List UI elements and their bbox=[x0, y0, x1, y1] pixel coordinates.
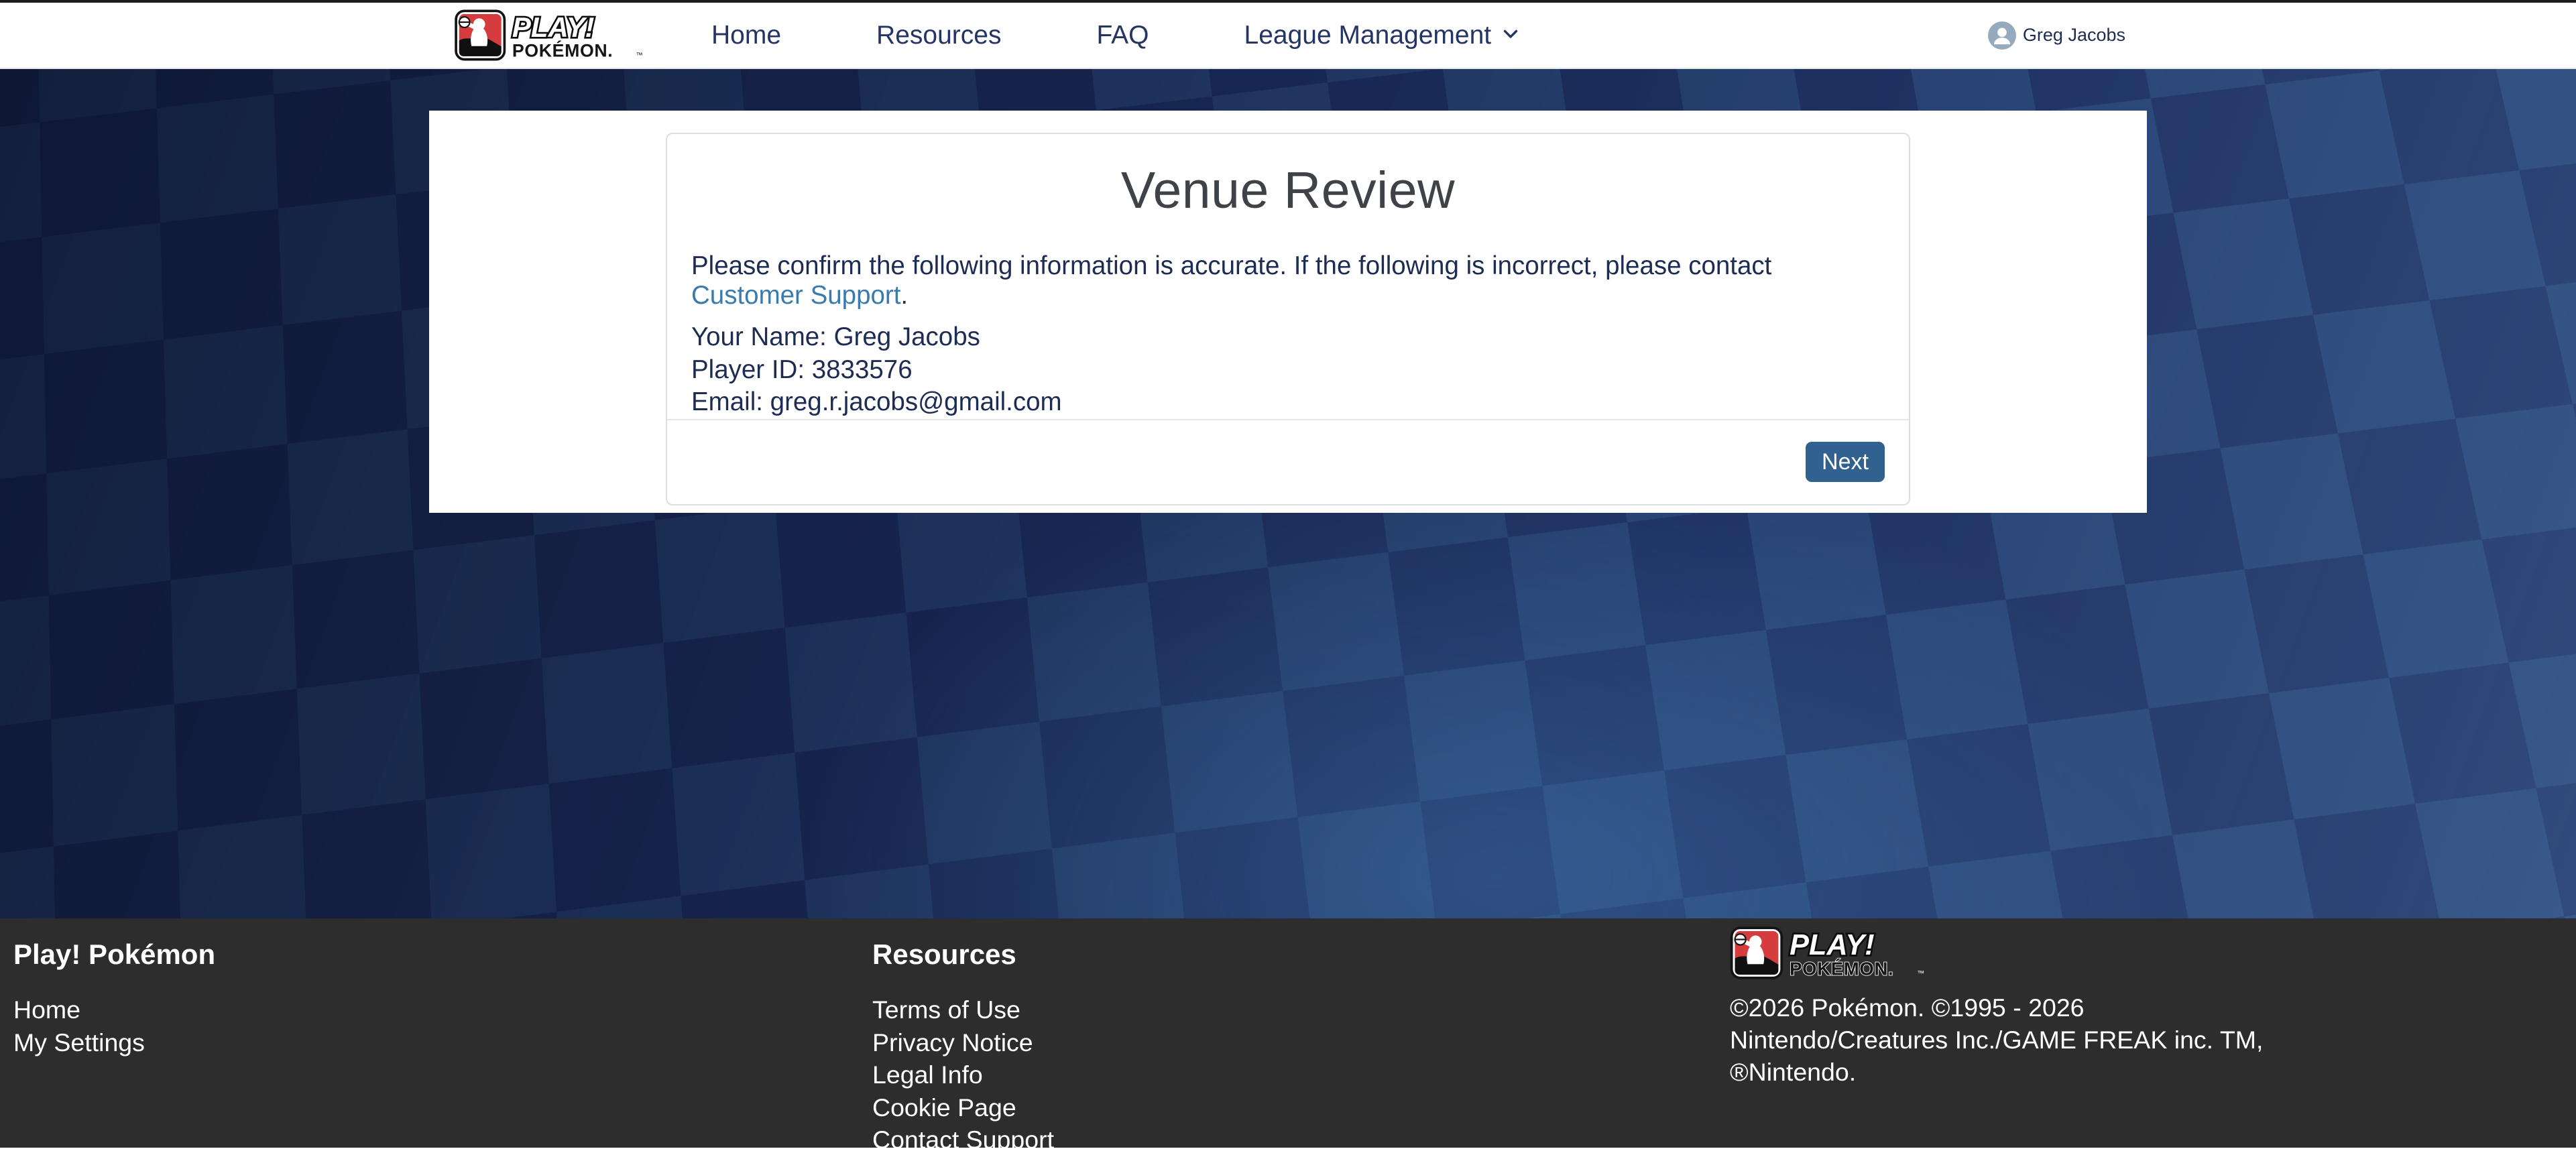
footer-link-my-settings[interactable]: My Settings bbox=[13, 1026, 215, 1059]
play-pokemon-logo[interactable]: PLAY! POKÉMON. ™ bbox=[455, 9, 646, 62]
footer-play-pokemon-logo-icon: PLAY! POKÉMON. ™ bbox=[1730, 926, 1928, 980]
nav-item-home[interactable]: Home bbox=[711, 21, 781, 50]
page-footer: Play! Pokémon Home My Settings Resources… bbox=[0, 918, 2576, 1148]
customer-support-link[interactable]: Customer Support bbox=[691, 281, 900, 310]
player-id-line: Player ID: 3833576 bbox=[691, 354, 1885, 387]
footer-link-terms-of-use[interactable]: Terms of Use bbox=[872, 993, 1054, 1026]
copyright-line-2: Nintendo/Creatures Inc./GAME FREAK inc. … bbox=[1730, 1024, 2263, 1056]
content-panel: Venue Review Please confirm the followin… bbox=[429, 111, 2147, 513]
chevron-down-icon bbox=[1499, 22, 1522, 48]
venue-review-card-body: Venue Review Please confirm the followin… bbox=[667, 134, 1909, 419]
venue-review-card: Venue Review Please confirm the followin… bbox=[666, 133, 1910, 505]
footer-logo-pokemon-text: POKÉMON. bbox=[1790, 958, 1893, 979]
venue-review-card-footer: Next bbox=[667, 419, 1909, 505]
page-title: Venue Review bbox=[691, 161, 1885, 221]
footer-link-home[interactable]: Home bbox=[13, 993, 215, 1026]
nav-faq-link[interactable]: FAQ bbox=[1096, 21, 1149, 50]
footer-link-cookie-page[interactable]: Cookie Page bbox=[872, 1091, 1054, 1124]
nav-league-management-link[interactable]: League Management bbox=[1244, 21, 1492, 50]
play-pokemon-logo-icon: PLAY! POKÉMON. ™ bbox=[455, 9, 646, 62]
footer-links-play-pokemon: Home My Settings bbox=[13, 993, 215, 1059]
footer-heading-play-pokemon: Play! Pokémon bbox=[13, 939, 215, 971]
main-nav: Home Resources FAQ League Management bbox=[711, 21, 1617, 50]
copyright-notice: ©2026 Pokémon. ©1995 - 2026 Nintendo/Cre… bbox=[1730, 991, 2263, 1088]
footer-link-privacy-notice[interactable]: Privacy Notice bbox=[872, 1026, 1054, 1059]
player-email-line: Email: greg.r.jacobs@gmail.com bbox=[691, 386, 1885, 419]
main-content-area: Venue Review Please confirm the followin… bbox=[0, 69, 2576, 918]
copyright-line-1: ©2026 Pokémon. ©1995 - 2026 bbox=[1730, 991, 2263, 1024]
user-name: Greg Jacobs bbox=[2023, 25, 2125, 46]
footer-logo-play-text: PLAY! bbox=[1790, 929, 1875, 961]
footer-column-legal: PLAY! POKÉMON. ™ ©2026 Pokémon. ©1995 - … bbox=[1730, 926, 2263, 1088]
player-name-line: Your Name: Greg Jacobs bbox=[691, 321, 1885, 354]
top-navbar: PLAY! POKÉMON. ™ Home Resources FAQ Leag… bbox=[0, 3, 2576, 69]
nav-resources-link[interactable]: Resources bbox=[876, 21, 1001, 50]
nav-item-resources[interactable]: Resources bbox=[876, 21, 1001, 50]
confirm-message: Please confirm the following information… bbox=[691, 251, 1885, 310]
footer-links-resources: Terms of Use Privacy Notice Legal Info C… bbox=[872, 993, 1054, 1149]
footer-column-resources: Resources Terms of Use Privacy Notice Le… bbox=[872, 939, 1054, 1149]
footer-link-contact-support[interactable]: Contact Support bbox=[872, 1124, 1054, 1149]
logo-play-text: PLAY! bbox=[512, 11, 595, 43]
footer-column-play-pokemon: Play! Pokémon Home My Settings bbox=[13, 939, 215, 1059]
copyright-line-3: ®Nintendo. bbox=[1730, 1056, 2263, 1088]
footer-link-legal-info[interactable]: Legal Info bbox=[872, 1059, 1054, 1091]
player-info-block: Your Name: Greg Jacobs Player ID: 383357… bbox=[691, 321, 1885, 419]
user-avatar-icon bbox=[1988, 21, 2016, 50]
next-button[interactable]: Next bbox=[1806, 442, 1885, 482]
confirm-text-prefix: Please confirm the following information… bbox=[691, 251, 1771, 280]
nav-item-league-management[interactable]: League Management bbox=[1244, 21, 1523, 50]
logo-tm: ™ bbox=[636, 52, 642, 59]
footer-logo-tm: ™ bbox=[1917, 970, 1924, 978]
logo-pokemon-text: POKÉMON. bbox=[512, 40, 613, 60]
footer-heading-resources: Resources bbox=[872, 939, 1054, 971]
confirm-text-suffix: . bbox=[900, 281, 908, 310]
user-menu[interactable]: Greg Jacobs bbox=[1988, 21, 2125, 50]
nav-home-link[interactable]: Home bbox=[711, 21, 781, 50]
nav-item-faq[interactable]: FAQ bbox=[1096, 21, 1149, 50]
